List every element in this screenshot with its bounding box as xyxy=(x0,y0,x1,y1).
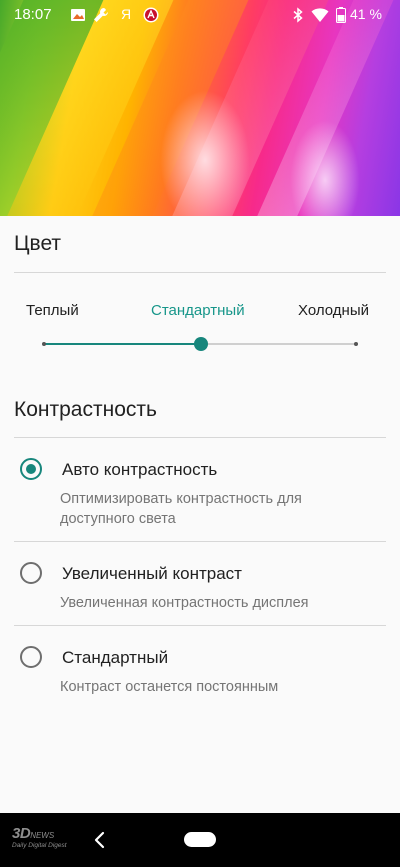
option-cold[interactable]: Холодный xyxy=(298,302,369,319)
color-temperature-slider[interactable] xyxy=(42,337,358,351)
status-time: 18:07 xyxy=(14,6,52,23)
option-warm[interactable]: Теплый xyxy=(26,302,79,319)
image-icon xyxy=(71,9,85,21)
radio-button[interactable] xyxy=(20,646,42,668)
slider-thumb[interactable] xyxy=(194,337,208,351)
radio-button-checked[interactable] xyxy=(20,458,42,480)
contrast-option-auto[interactable]: Авто контрастность Оптимизировать контра… xyxy=(0,448,400,540)
status-bar: 18:07 Я 41 % xyxy=(0,0,400,30)
bluetooth-icon xyxy=(293,7,303,23)
back-arrow-icon[interactable] xyxy=(90,829,110,851)
watermark-logo: 3DNEWS Daily Digital Digest xyxy=(12,825,67,849)
option-standard[interactable]: Стандартный xyxy=(151,302,245,319)
watermark-news: NEWS xyxy=(30,831,55,840)
wifi-icon xyxy=(311,8,329,22)
option-subtitle: Оптимизировать контрастность для доступн… xyxy=(60,491,302,527)
antutu-icon xyxy=(143,7,159,23)
slider-tick xyxy=(42,342,46,346)
option-subtitle: Увеличенная контрастность дисплея xyxy=(60,595,309,611)
option-title: Увеличенный контраст xyxy=(62,564,242,583)
yandex-icon: Я xyxy=(121,6,132,22)
contrast-option-increased[interactable]: Увеличенный контраст Увеличенная контрас… xyxy=(0,552,400,625)
divider xyxy=(14,625,386,626)
wallpaper-preview xyxy=(0,0,400,216)
divider xyxy=(14,541,386,542)
option-title: Стандартный xyxy=(62,648,169,667)
divider xyxy=(14,437,386,438)
home-button[interactable] xyxy=(184,832,216,847)
slider-tick xyxy=(354,342,358,346)
color-section-title: Цвет xyxy=(14,232,62,255)
wrench-icon xyxy=(94,8,108,22)
radio-button[interactable] xyxy=(20,562,42,584)
battery-icon xyxy=(336,7,346,23)
slider-fill xyxy=(44,343,201,345)
contrast-section-title: Контрастность xyxy=(14,398,157,421)
battery-percent: 41 % xyxy=(350,6,382,22)
contrast-option-standard[interactable]: Стандартный Контраст останется постоянны… xyxy=(0,636,400,709)
watermark-main: 3D xyxy=(12,825,31,842)
watermark-sub: Daily Digital Digest xyxy=(12,842,67,849)
navigation-bar: 3DNEWS Daily Digital Digest xyxy=(0,813,400,867)
option-title: Авто контрастность xyxy=(62,460,218,479)
option-subtitle: Контраст останется постоянным xyxy=(60,679,279,695)
divider xyxy=(14,272,386,273)
